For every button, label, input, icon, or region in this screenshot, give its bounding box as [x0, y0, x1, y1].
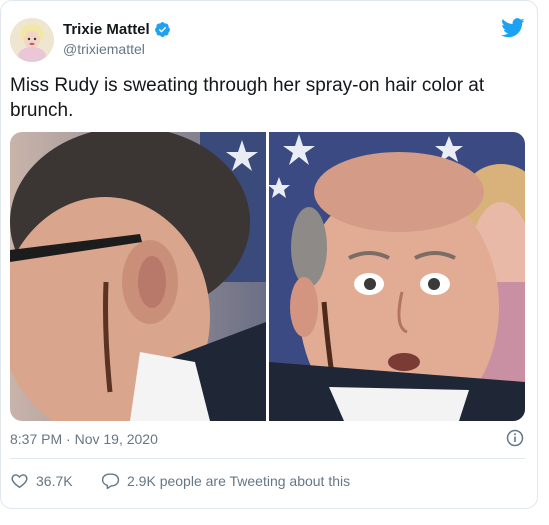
avatar[interactable] — [10, 18, 54, 62]
like-count: 36.7K — [36, 472, 73, 489]
verified-badge-icon — [154, 21, 171, 38]
tweeting-count-text: 2.9K people are Tweeting about this — [127, 472, 351, 489]
divider — [10, 458, 525, 459]
author-name-row[interactable]: Trixie Mattel — [63, 21, 171, 38]
like-button[interactable]: 36.7K — [10, 471, 73, 490]
heart-icon — [11, 474, 28, 489]
photo-right[interactable] — [269, 132, 525, 421]
info-icon[interactable] — [506, 429, 524, 447]
photo-left[interactable] — [10, 132, 266, 421]
tweet-timestamp[interactable]: 8:37 PM · Nov 19, 2020 — [10, 431, 158, 447]
author-display-name[interactable]: Trixie Mattel — [63, 21, 150, 38]
tweet-card: Trixie Mattel @trixiemattel Miss Rudy is… — [0, 0, 538, 509]
tweeting-about-link[interactable]: 2.9K people are Tweeting about this — [101, 471, 350, 490]
tweet-text: Miss Rudy is sweating through her spray-… — [10, 75, 485, 121]
tweet-media[interactable] — [10, 132, 525, 421]
speech-bubble-icon — [101, 473, 120, 490]
author-handle[interactable]: @trixiemattel — [63, 41, 145, 57]
twitter-bird-icon[interactable] — [501, 18, 525, 38]
